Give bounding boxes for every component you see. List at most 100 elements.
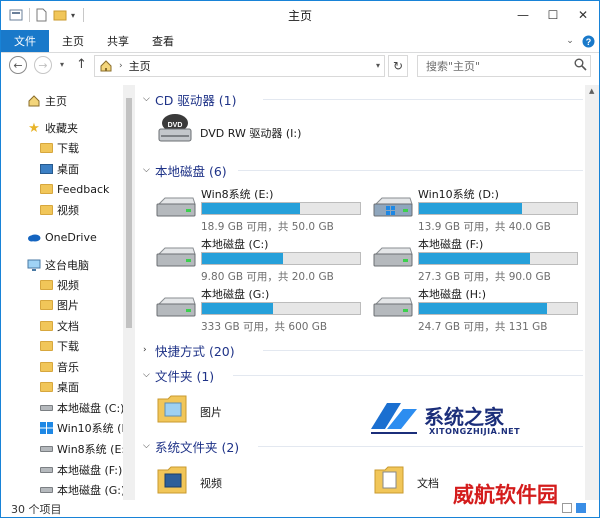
- group-shortcuts[interactable]: › 快捷方式 (20): [143, 341, 583, 359]
- nav-pc-desktop[interactable]: 桌面: [39, 377, 79, 397]
- nav-drive-f[interactable]: 本地磁盘 (F:): [39, 460, 122, 480]
- drive-item[interactable]: 本地磁盘 (C:) 9.80 GB 可用，共 20.0 GB: [155, 236, 365, 283]
- address-bar[interactable]: › 主页 ▾: [94, 55, 385, 77]
- drive-item[interactable]: 本地磁盘 (G:) 333 GB 可用，共 600 GB: [155, 286, 365, 333]
- search-input[interactable]: 搜索"主页": [417, 55, 591, 77]
- minimize-button[interactable]: —: [508, 1, 538, 29]
- drive-name: 本地磁盘 (F:): [418, 238, 484, 251]
- collapse-icon: ⌵: [143, 165, 150, 175]
- group-system-folders[interactable]: ⌵ 系统文件夹 (2): [143, 437, 583, 455]
- watermark-title: 系统之家: [424, 405, 504, 429]
- drive-usage-bar: [201, 302, 361, 315]
- cd-drive-item[interactable]: DVD DVD RW 驱动器 (I:): [155, 113, 355, 149]
- nav-label: 本地磁盘 (G:): [57, 484, 126, 497]
- tab-view[interactable]: 查看: [146, 30, 180, 52]
- drive-icon: [39, 401, 53, 415]
- search-icon[interactable]: [574, 58, 587, 74]
- breadcrumb-separator-icon: ›: [119, 61, 123, 71]
- nav-pc-pictures[interactable]: 图片: [39, 295, 79, 315]
- nav-label: 视频: [57, 204, 79, 217]
- dvd-drive-icon: DVD: [158, 114, 192, 142]
- expand-ribbon-icon[interactable]: ⌄: [563, 30, 577, 52]
- details-view-icon[interactable]: [562, 503, 572, 513]
- group-local-disks[interactable]: ⌵ 本地磁盘 (6): [143, 161, 583, 179]
- drive-name: Win8系统 (E:): [201, 188, 274, 201]
- group-heading: 系统文件夹 (2): [155, 439, 240, 455]
- breadcrumb-home[interactable]: 主页: [129, 58, 151, 74]
- help-icon[interactable]: ?: [580, 30, 596, 52]
- drive-free-space: 9.80 GB 可用，共 20.0 GB: [201, 271, 334, 283]
- drive-usage-bar: [418, 302, 578, 315]
- maximize-button[interactable]: ☐: [538, 1, 568, 29]
- nav-favorites-label: 收藏夹: [45, 122, 78, 135]
- nav-favorite-feedback[interactable]: Feedback: [39, 179, 109, 199]
- nav-pc-videos[interactable]: 视频: [39, 275, 79, 295]
- desktop-folder-icon: [39, 380, 53, 394]
- nav-favorite-videos[interactable]: 视频: [39, 200, 79, 220]
- scroll-up-icon[interactable]: ▲: [589, 87, 594, 95]
- back-button[interactable]: ←: [9, 56, 27, 74]
- nav-scrollbar-thumb[interactable]: [126, 98, 132, 328]
- nav-favorites[interactable]: ★ 收藏夹: [27, 118, 78, 138]
- nav-home-label: 主页: [45, 95, 67, 108]
- svg-text:?: ?: [585, 37, 591, 47]
- group-heading: 本地磁盘 (6): [155, 163, 227, 179]
- nav-drive-d[interactable]: Win10系统 (D: [39, 418, 130, 438]
- ribbon-tabs: 文件 主页 共享 查看 ⌄ ?: [1, 30, 599, 53]
- windows-drive-icon: [373, 197, 413, 217]
- watermark-logo: [371, 403, 417, 434]
- title-bar: ▾ 主页 — ☐ ✕: [1, 1, 599, 30]
- drive-name: Win10系统 (D:): [418, 188, 499, 201]
- nav-label: Win10系统 (D: [57, 422, 130, 435]
- hard-drive-icon: [156, 197, 196, 217]
- folder-videos[interactable]: 视频: [155, 462, 305, 498]
- tab-home[interactable]: 主页: [56, 30, 90, 52]
- nav-label: 音乐: [57, 361, 79, 374]
- content-scrollbar[interactable]: [585, 85, 599, 500]
- music-folder-icon: [39, 360, 53, 374]
- up-button[interactable]: ↑: [76, 57, 87, 72]
- hard-drive-icon: [373, 247, 413, 267]
- address-dropdown-icon[interactable]: ▾: [376, 61, 380, 70]
- nav-drive-c[interactable]: 本地磁盘 (C:): [39, 398, 124, 418]
- nav-label: 本地磁盘 (F:): [57, 464, 123, 477]
- recent-locations-icon[interactable]: ▾: [60, 60, 64, 69]
- nav-pc-downloads[interactable]: 下载: [39, 336, 79, 356]
- nav-drive-e[interactable]: Win8系统 (E:): [39, 439, 129, 459]
- drive-item[interactable]: 本地磁盘 (H:) 24.7 GB 可用，共 131 GB: [372, 286, 582, 333]
- drive-name: 本地磁盘 (C:): [201, 238, 269, 251]
- drive-item[interactable]: Win8系统 (E:) 18.9 GB 可用，共 50.0 GB: [155, 186, 365, 233]
- watermark-url: XITONGZHIJIA.NET: [429, 427, 521, 436]
- folder-label: 图片: [200, 406, 222, 419]
- forward-button[interactable]: →: [34, 56, 52, 74]
- drive-icon: [39, 483, 53, 497]
- nav-pc-music[interactable]: 音乐: [39, 357, 79, 377]
- group-folders[interactable]: ⌵ 文件夹 (1): [143, 366, 583, 384]
- hard-drive-icon: [156, 247, 196, 267]
- nav-drive-g[interactable]: 本地磁盘 (G:): [39, 480, 125, 500]
- nav-favorite-downloads[interactable]: 下载: [39, 138, 79, 158]
- cd-drive-name: DVD RW 驱动器 (I:): [200, 127, 302, 140]
- drive-item[interactable]: 本地磁盘 (F:) 27.3 GB 可用，共 90.0 GB: [372, 236, 582, 283]
- drive-usage-fill: [202, 303, 273, 314]
- nav-pc-documents[interactable]: 文档: [39, 316, 79, 336]
- drive-usage-fill: [202, 203, 300, 214]
- large-icons-view-icon[interactable]: [576, 503, 586, 513]
- nav-onedrive[interactable]: OneDrive: [27, 227, 97, 247]
- drive-usage-bar: [201, 252, 361, 265]
- drive-free-space: 18.9 GB 可用，共 50.0 GB: [201, 221, 334, 233]
- hard-drive-icon: [373, 297, 413, 317]
- tab-share[interactable]: 共享: [101, 30, 135, 52]
- nav-home[interactable]: 主页: [27, 91, 67, 111]
- nav-favorite-desktop[interactable]: 桌面: [39, 159, 79, 179]
- nav-this-pc[interactable]: 这台电脑: [27, 255, 89, 275]
- address-row: ← → ▾ ↑ › 主页 ▾ ↻ 搜索"主页": [1, 53, 599, 79]
- group-cd-drives[interactable]: ⌵ CD 驱动器 (1): [143, 90, 583, 108]
- folder-pictures[interactable]: 图片: [155, 391, 305, 427]
- close-button[interactable]: ✕: [568, 1, 598, 29]
- drive-free-space: 24.7 GB 可用，共 131 GB: [418, 321, 548, 333]
- tab-file[interactable]: 文件: [1, 30, 49, 52]
- drive-usage-fill: [419, 303, 547, 314]
- refresh-button[interactable]: ↻: [388, 55, 408, 77]
- drive-item[interactable]: Win10系统 (D:) 13.9 GB 可用，共 40.0 GB: [372, 186, 582, 233]
